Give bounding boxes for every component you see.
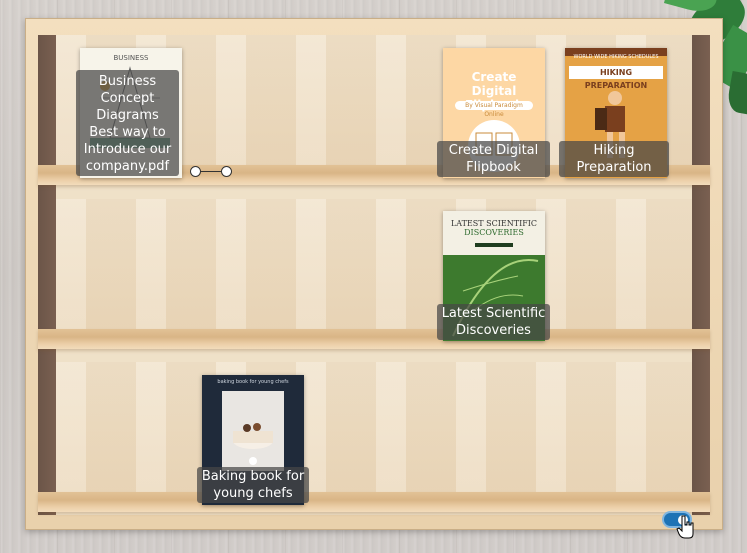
resize-handle-right[interactable]: [221, 166, 232, 177]
resize-connector: [200, 171, 222, 172]
shelf-board-3: [38, 492, 710, 512]
hand-cursor-icon: [676, 515, 694, 539]
shelf-board-2: [38, 329, 710, 349]
compartment-3: [56, 362, 692, 492]
book-label-hiking-preparation[interactable]: Hiking Preparation: [559, 141, 669, 177]
book-label-baking-for-young-chefs[interactable]: Baking book for young chefs: [197, 467, 309, 503]
book-label-latest-scientific-discoveries[interactable]: Latest Scientific Discoveries: [437, 304, 550, 340]
book-label-business-concept[interactable]: Business Concept Diagrams Best way to In…: [76, 70, 179, 176]
compartment-2: [56, 199, 692, 329]
book-label-create-digital-flipbook[interactable]: Create Digital Flipbook: [437, 141, 550, 177]
bookcase-right-post: [692, 35, 710, 515]
bookcase-left-post: [38, 35, 56, 515]
